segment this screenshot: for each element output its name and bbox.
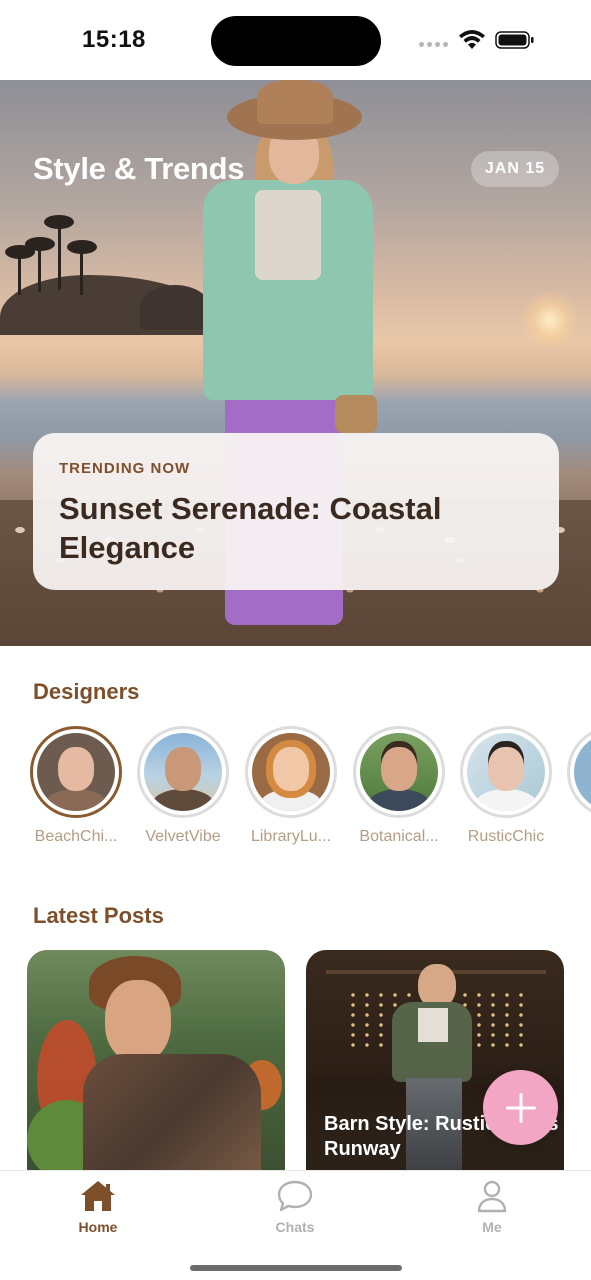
post-person-face (105, 980, 171, 1062)
trending-card[interactable]: TRENDING NOW Sunset Serenade: Coastal El… (33, 433, 559, 590)
palm-fronds (67, 240, 97, 254)
designer-name: LibraryLu... (250, 828, 332, 845)
palm-tree (58, 220, 61, 290)
designer-item[interactable]: Ge (567, 726, 591, 846)
status-bar: 15:18 (0, 0, 591, 80)
avatar (574, 733, 591, 811)
model-bag (335, 395, 377, 433)
tab-label: Chats (275, 1219, 315, 1235)
home-icon (81, 1181, 115, 1211)
plus-icon (505, 1092, 536, 1123)
palm-fronds (44, 215, 74, 229)
avatar (144, 733, 222, 811)
sun (520, 290, 580, 350)
palm-fronds (25, 237, 55, 251)
status-time: 15:18 (82, 26, 146, 53)
designer-name: BeachChi... (34, 828, 118, 845)
post-card[interactable] (27, 950, 285, 1180)
avatar (37, 733, 115, 811)
person-icon (477, 1180, 507, 1213)
designer-avatar-ring (245, 726, 337, 818)
designer-item[interactable]: RusticChic (460, 726, 552, 846)
designer-item[interactable]: LibraryLu... (245, 726, 337, 846)
hero-banner[interactable]: Style & Trends JAN 15 TRENDING NOW Sunse… (0, 80, 591, 646)
tab-chats[interactable]: Chats (235, 1179, 355, 1235)
post-card[interactable]: Barn Style: Rustic Meets Runway (306, 950, 564, 1180)
signal-icon (419, 42, 448, 47)
designer-name: VelvetVibe (145, 828, 221, 845)
home-indicator (190, 1265, 402, 1271)
date-badge: JAN 15 (471, 151, 559, 187)
post-person-jacket (83, 1054, 261, 1180)
latest-posts-section-title: Latest Posts (33, 903, 164, 928)
page-title: Style & Trends (33, 151, 245, 186)
trending-label: TRENDING NOW (59, 460, 191, 477)
designer-avatar-ring (30, 726, 122, 818)
tab-bar: Home Chats Me (0, 1170, 591, 1280)
chat-bubble-icon (277, 1180, 313, 1212)
battery-icon (495, 31, 534, 49)
designer-name: Ge (567, 828, 591, 846)
tab-home[interactable]: Home (38, 1179, 158, 1235)
avatar (467, 733, 545, 811)
designer-item[interactable]: VelvetVibe (137, 726, 229, 846)
designer-avatar-ring (137, 726, 229, 818)
avatar (252, 733, 330, 811)
avatar (360, 733, 438, 811)
designers-row[interactable]: BeachChi... VelvetVibe LibraryLu... Bota… (30, 726, 591, 856)
designer-item[interactable]: BeachChi... (30, 726, 122, 846)
designer-name: RusticChic (467, 828, 545, 845)
designer-avatar-ring (353, 726, 445, 818)
tab-label: Home (78, 1219, 118, 1235)
dynamic-island (211, 16, 381, 66)
tab-label: Me (482, 1219, 502, 1235)
designer-avatar-ring (460, 726, 552, 818)
model-hat-crown (257, 80, 333, 124)
model-top (255, 190, 321, 280)
designer-avatar-ring (567, 726, 591, 818)
designers-section-title: Designers (33, 679, 140, 704)
create-post-button[interactable] (483, 1070, 558, 1145)
tab-me[interactable]: Me (432, 1179, 552, 1235)
designer-item[interactable]: Botanical... (353, 726, 445, 846)
designer-name: Botanical... (359, 828, 439, 845)
trending-title: Sunset Serenade: Coastal Elegance (59, 491, 442, 565)
wifi-icon (459, 30, 485, 49)
